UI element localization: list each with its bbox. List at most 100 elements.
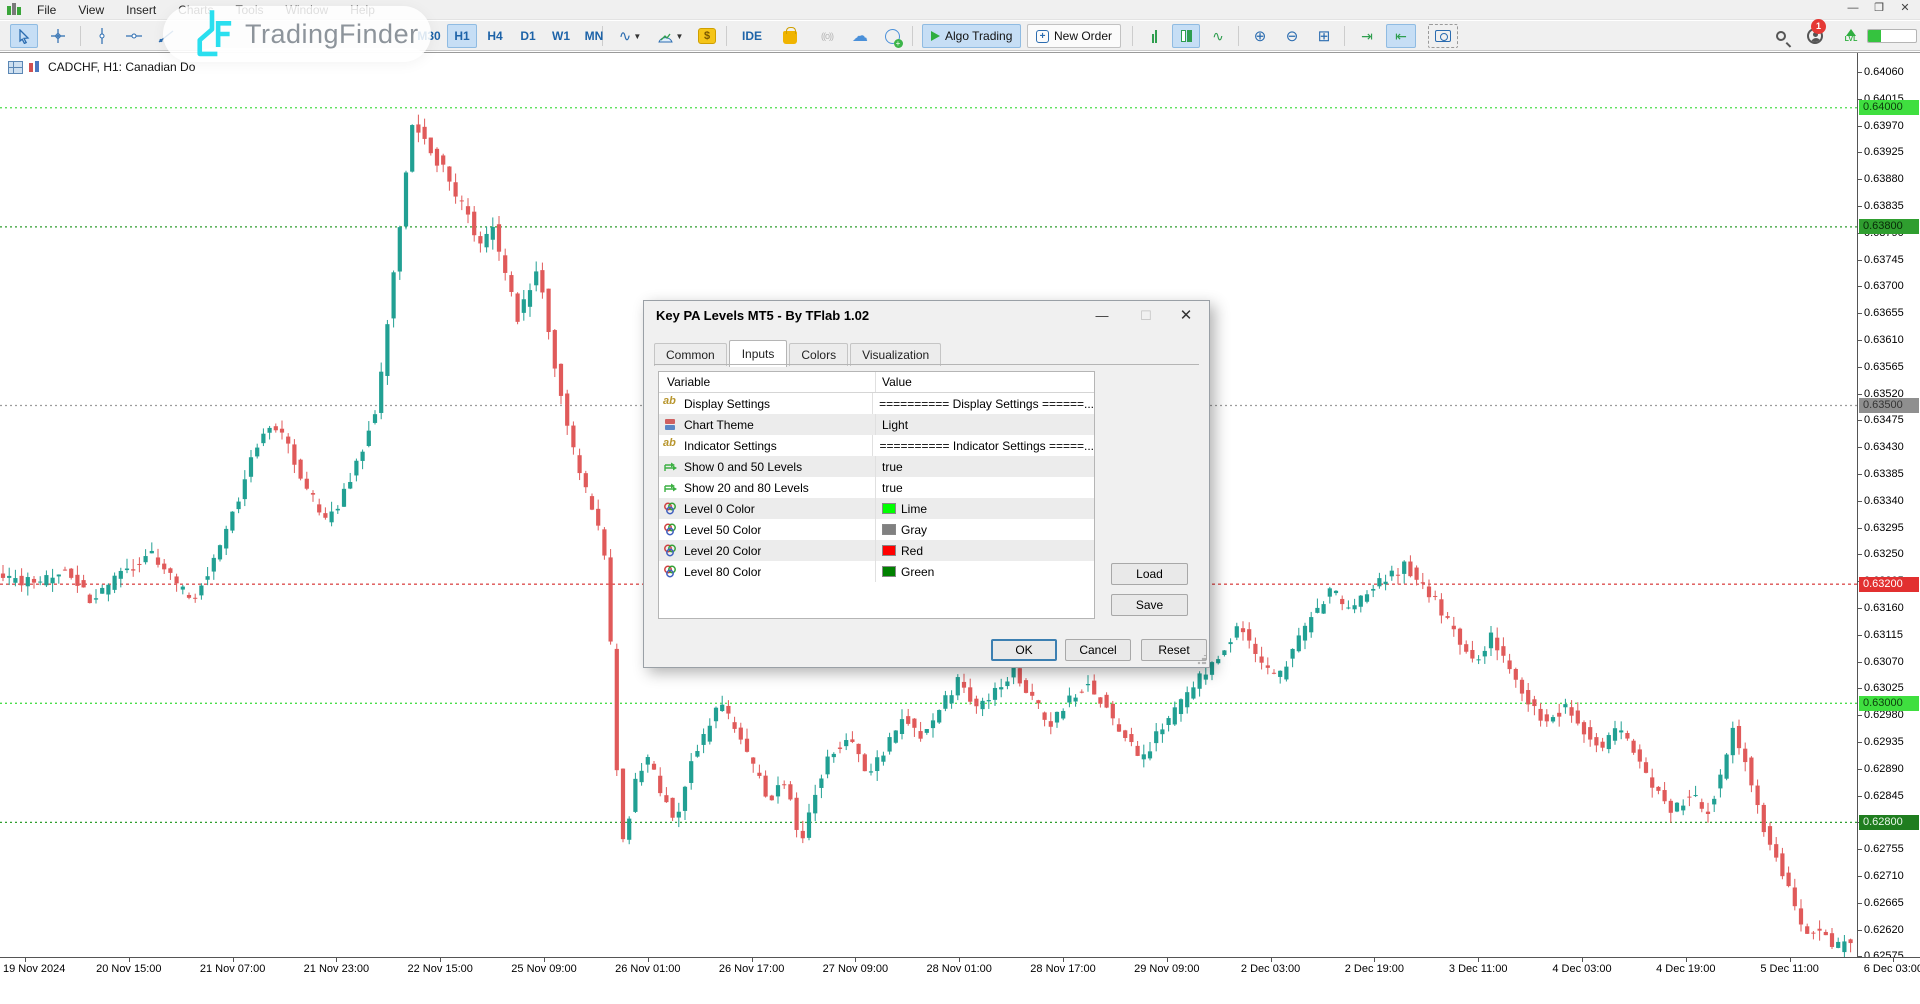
auto-scroll-button[interactable]: ⇥ bbox=[1352, 24, 1382, 48]
cancel-button[interactable]: Cancel bbox=[1065, 639, 1131, 661]
time-axis[interactable]: 19 Nov 202420 Nov 15:0021 Nov 07:0021 No… bbox=[0, 957, 1920, 1004]
algo-trading-button[interactable]: Algo Trading bbox=[922, 24, 1021, 48]
param-row[interactable]: Chart ThemeLight bbox=[659, 414, 1094, 435]
line-chart-mode-button[interactable]: ∿ bbox=[1204, 24, 1232, 48]
horizontal-line-tool-button[interactable] bbox=[120, 24, 148, 48]
app-logo-icon bbox=[6, 3, 22, 17]
bar-chart-mode-button[interactable] bbox=[1140, 24, 1168, 48]
dialog-tab-visualization[interactable]: Visualization bbox=[850, 343, 941, 366]
market-button[interactable] bbox=[776, 24, 804, 48]
load-button[interactable]: Load bbox=[1111, 563, 1188, 585]
param-value[interactable]: ========== Indicator Settings =====... bbox=[879, 439, 1094, 453]
param-row[interactable]: abIndicator Settings========== Indicator… bbox=[659, 435, 1094, 456]
param-row[interactable]: Level 50 ColorGray bbox=[659, 519, 1094, 540]
timeframe-button-h4[interactable]: H4 bbox=[480, 24, 510, 48]
dialog-tab-colors[interactable]: Colors bbox=[789, 343, 848, 366]
candle-body bbox=[1675, 803, 1679, 812]
param-row[interactable]: abDisplay Settings========== Display Set… bbox=[659, 393, 1094, 414]
timeframe-button-d1[interactable]: D1 bbox=[513, 24, 543, 48]
menu-item-insert[interactable]: Insert bbox=[115, 0, 167, 20]
timeframe-button-h1[interactable]: H1 bbox=[447, 24, 477, 48]
cursor-tool-button[interactable] bbox=[10, 24, 38, 48]
candle-body bbox=[1483, 651, 1487, 656]
chart-profile-button[interactable]: ∿▼ bbox=[612, 24, 648, 48]
param-value[interactable]: Light bbox=[882, 418, 908, 432]
ide-button[interactable]: IDE bbox=[736, 24, 768, 48]
candlestick-mode-button[interactable] bbox=[1172, 24, 1200, 48]
param-row[interactable]: Level 20 ColorRed bbox=[659, 540, 1094, 561]
param-row[interactable]: Show 20 and 80 Levelstrue bbox=[659, 477, 1094, 498]
candle-body bbox=[1718, 775, 1722, 789]
candle-body bbox=[1260, 657, 1264, 663]
crosshair-tool-button[interactable] bbox=[44, 24, 72, 48]
community-button[interactable] bbox=[878, 24, 906, 48]
deposit-button[interactable]: $ bbox=[694, 24, 720, 48]
dialog-tab-inputs[interactable]: Inputs bbox=[729, 340, 788, 367]
profile-button[interactable]: 1 bbox=[1800, 24, 1830, 48]
candle-body bbox=[1508, 660, 1512, 669]
table-header-row: VariableValue bbox=[659, 372, 1094, 393]
dialog-title-bar[interactable]: Key PA Levels MT5 - By TFlab 1.02 — ☐ ✕ bbox=[644, 301, 1209, 331]
dialog-close-button[interactable]: ✕ bbox=[1171, 305, 1201, 327]
candle-body bbox=[199, 586, 203, 596]
dialog-minimize-button[interactable]: — bbox=[1087, 305, 1117, 327]
window-restore-button[interactable]: ❐ bbox=[1866, 0, 1892, 18]
menu-item-file[interactable]: File bbox=[26, 0, 67, 20]
param-value[interactable]: true bbox=[882, 481, 903, 495]
enum-param-icon bbox=[663, 418, 678, 431]
chart-shift-button[interactable]: ⇤ bbox=[1386, 24, 1416, 48]
timeframe-button-mn[interactable]: MN bbox=[579, 24, 609, 48]
dialog-maximize-button[interactable]: ☐ bbox=[1131, 305, 1161, 327]
param-value[interactable]: Red bbox=[901, 544, 923, 558]
zoom-out-button[interactable]: ⊖ bbox=[1278, 24, 1306, 48]
candle-body bbox=[1725, 755, 1729, 779]
candle-body bbox=[1557, 713, 1561, 717]
param-value[interactable]: Gray bbox=[901, 523, 927, 537]
time-axis-label: 25 Nov 09:00 bbox=[511, 963, 576, 975]
color-param-icon bbox=[663, 502, 678, 515]
param-value[interactable]: Lime bbox=[901, 502, 927, 516]
save-button[interactable]: Save bbox=[1111, 594, 1188, 616]
price-tick bbox=[1858, 340, 1862, 341]
new-order-button[interactable]: + New Order bbox=[1027, 24, 1121, 48]
candle-body bbox=[1619, 730, 1623, 732]
time-axis-label: 27 Nov 09:00 bbox=[823, 963, 888, 975]
param-row[interactable]: Level 80 ColorGreen bbox=[659, 561, 1094, 582]
timeframe-button-w1[interactable]: W1 bbox=[546, 24, 576, 48]
screenshot-button[interactable] bbox=[1428, 24, 1458, 48]
param-value[interactable]: ========== Display Settings ======... bbox=[879, 397, 1094, 411]
candle-body bbox=[404, 172, 408, 226]
candle-body bbox=[596, 509, 600, 526]
window-minimize-button[interactable]: — bbox=[1840, 0, 1866, 18]
menu-item-view[interactable]: View bbox=[67, 0, 115, 20]
candle-body bbox=[788, 784, 792, 799]
indicators-button[interactable]: ▼ bbox=[652, 24, 688, 48]
dialog-resize-grip[interactable] bbox=[1197, 655, 1207, 665]
zoom-in-button[interactable]: ⊕ bbox=[1246, 24, 1274, 48]
candle-body bbox=[1749, 758, 1753, 786]
column-header-variable: Variable bbox=[667, 375, 710, 389]
price-axis[interactable]: 0.640600.640150.639700.639250.638800.638… bbox=[1857, 53, 1920, 957]
level-button[interactable]: LVL bbox=[1838, 24, 1864, 48]
window-close-button[interactable]: ✕ bbox=[1892, 0, 1918, 18]
cloud-button[interactable]: ☁ bbox=[846, 24, 874, 48]
ok-button[interactable]: OK bbox=[991, 639, 1057, 661]
param-row[interactable]: Show 0 and 50 Levelstrue bbox=[659, 456, 1094, 477]
param-value[interactable]: true bbox=[882, 460, 903, 474]
time-tick bbox=[25, 958, 26, 962]
candle-body bbox=[230, 512, 234, 531]
dialog-tab-common[interactable]: Common bbox=[654, 343, 727, 366]
param-value[interactable]: Green bbox=[901, 565, 934, 579]
candle-body bbox=[144, 556, 148, 562]
candle-body bbox=[602, 529, 606, 555]
search-button[interactable] bbox=[1768, 24, 1794, 48]
candle-body bbox=[305, 479, 309, 489]
signals-button[interactable]: ((o)) bbox=[810, 24, 844, 48]
candle-body bbox=[683, 787, 687, 811]
candle-body bbox=[82, 580, 86, 587]
cloud-icon: ☁ bbox=[852, 26, 868, 46]
vertical-line-tool-button[interactable] bbox=[88, 24, 116, 48]
candle-body bbox=[1315, 608, 1319, 613]
tile-windows-button[interactable]: ⊞ bbox=[1310, 24, 1338, 48]
param-row[interactable]: Level 0 ColorLime bbox=[659, 498, 1094, 519]
